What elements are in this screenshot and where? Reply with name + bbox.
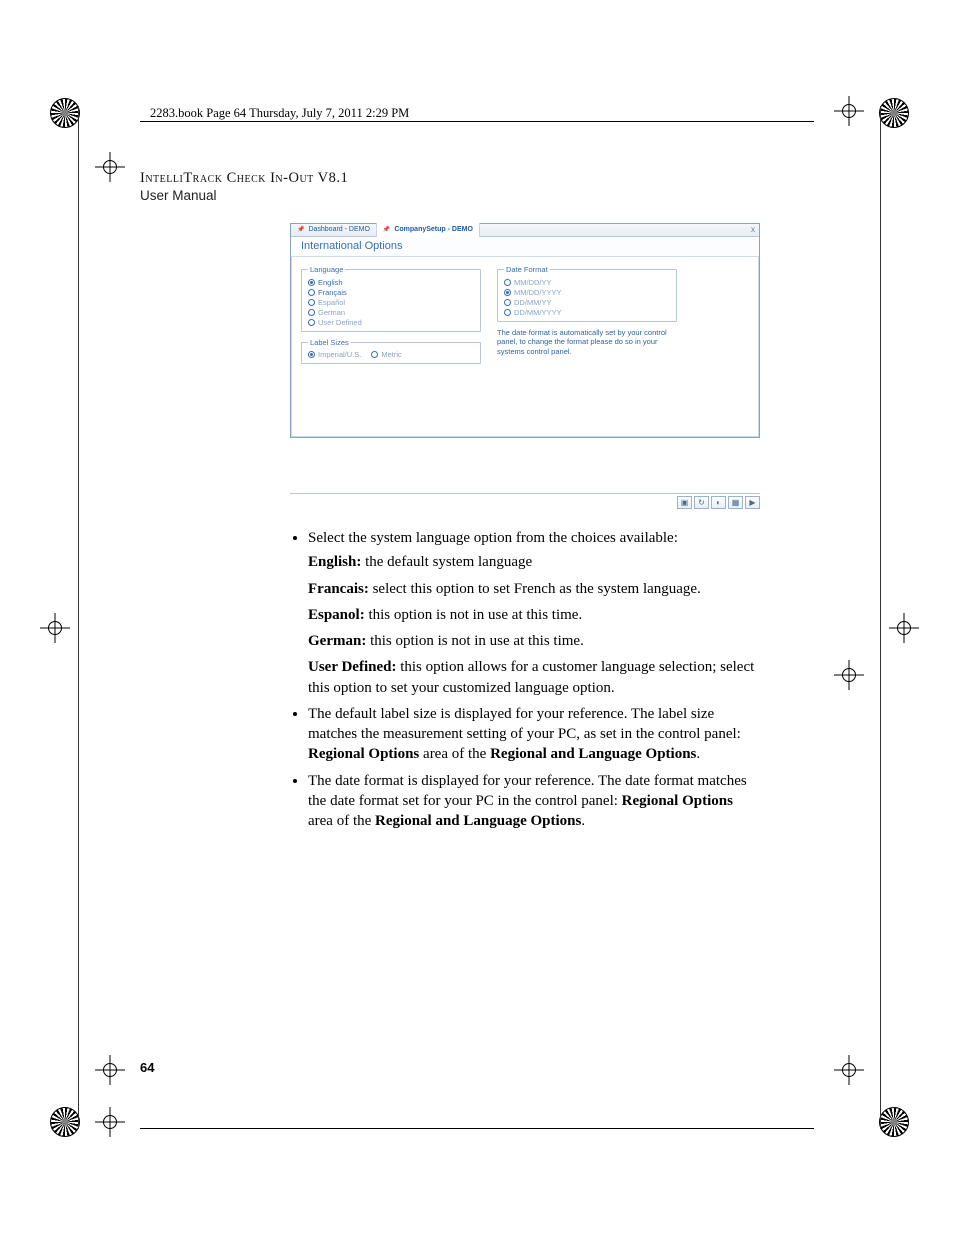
radio-icon	[308, 279, 315, 286]
date-format-legend: Date Format	[504, 265, 550, 274]
option-label: Français	[318, 288, 347, 297]
radio-icon	[504, 289, 511, 296]
lang-t: this option is not in use at this time.	[365, 607, 583, 623]
language-option-espanol[interactable]: Español	[308, 297, 474, 307]
date-format-mmddyy[interactable]: MM/DD/YY	[504, 277, 670, 287]
lang-b: User Defined:	[308, 659, 396, 675]
tab-company-setup[interactable]: 📌 CompanySetup - DEMO	[377, 223, 480, 237]
crosshair-icon	[95, 152, 125, 182]
b3b: Regional Options	[622, 793, 733, 809]
bottom-rule	[140, 1128, 814, 1129]
date-format-group: Date Format MM/DD/YY MM/DD/YYYY DD/MM/YY…	[497, 265, 677, 322]
radio-icon	[504, 279, 511, 286]
b2a: The default label size is displayed for …	[308, 706, 741, 742]
trim-line-left	[78, 106, 79, 1129]
crosshair-icon	[834, 1055, 864, 1085]
lang-b: German:	[308, 633, 366, 649]
lang-t: the default system language	[361, 554, 532, 570]
radio-icon	[308, 319, 315, 326]
lang-b: Francais:	[308, 581, 369, 597]
page-number: 64	[140, 1060, 154, 1075]
option-label: Metric	[381, 350, 401, 359]
close-icon[interactable]: x	[751, 225, 755, 234]
tab-bar: 📌 Dashboard - DEMO 📌 CompanySetup - DEMO…	[291, 224, 759, 237]
option-label: DD/MM/YY	[514, 298, 552, 307]
radio-icon	[504, 299, 511, 306]
date-format-ddmmyyyy[interactable]: DD/MM/YYYY	[504, 307, 670, 317]
tab-label: CompanySetup - DEMO	[394, 226, 473, 233]
play-icon[interactable]: ▶	[745, 496, 760, 509]
radio-icon	[504, 309, 511, 316]
option-label: German	[318, 308, 345, 317]
body-text: Select the system language option from t…	[140, 528, 760, 831]
label-sizes-legend: Label Sizes	[308, 338, 351, 347]
bullet-language: Select the system language option from t…	[308, 528, 760, 698]
option-label: MM/DD/YY	[514, 278, 552, 287]
b3e: .	[581, 813, 585, 829]
language-legend: Language	[308, 265, 345, 274]
label-size-metric[interactable]: Metric	[371, 350, 401, 359]
b2e: .	[696, 746, 700, 762]
lang-t: select this option to set French as the …	[369, 581, 701, 597]
bullet-intro: Select the system language option from t…	[308, 530, 678, 546]
bullet-date-format: The date format is displayed for your re…	[308, 771, 760, 832]
label-sizes-group: Label Sizes Imperial/U.S. Metric	[301, 338, 481, 364]
date-format-mmddyyyy[interactable]: MM/DD/YYYY	[504, 287, 670, 297]
printer-mark-top-right	[879, 98, 909, 128]
tab-dashboard[interactable]: 📌 Dashboard - DEMO	[291, 223, 377, 237]
option-label: Imperial/U.S.	[318, 350, 361, 359]
language-group: Language English Français Español German…	[301, 265, 481, 332]
screenshot-toolbar: ▣ ↻ ◐ ▦ ▶	[290, 493, 760, 509]
crosshair-icon	[834, 96, 864, 126]
date-format-ddmmyy[interactable]: DD/MM/YY	[504, 297, 670, 307]
crosshair-icon	[889, 613, 919, 643]
crosshair-icon	[40, 613, 70, 643]
radio-icon	[308, 309, 315, 316]
printer-mark-top-left	[50, 98, 80, 128]
printer-mark-bottom-right	[879, 1107, 909, 1137]
save-icon[interactable]: ▣	[677, 496, 692, 509]
radio-icon	[308, 351, 315, 358]
lang-b: English:	[308, 554, 361, 570]
language-option-english[interactable]: English	[308, 277, 474, 287]
option-label: User Defined	[318, 318, 362, 327]
top-rule: 2283.book Page 64 Thursday, July 7, 2011…	[140, 104, 814, 122]
refresh-icon[interactable]: ↻	[694, 496, 709, 509]
lang-b: Espanol:	[308, 607, 365, 623]
label-size-imperial[interactable]: Imperial/U.S.	[308, 350, 361, 359]
window-title: International Options	[291, 237, 759, 257]
radio-icon	[308, 289, 315, 296]
b2b: Regional Options	[308, 746, 419, 762]
header-subtitle: User Manual	[140, 188, 760, 203]
option-label: DD/MM/YYYY	[514, 308, 562, 317]
grid-icon[interactable]: ▦	[728, 496, 743, 509]
b3d: Regional and Language Options	[375, 813, 581, 829]
trim-line-right	[880, 106, 881, 1129]
option-label: MM/DD/YYYY	[514, 288, 562, 297]
option-label: English	[318, 278, 343, 287]
globe-icon[interactable]: ◐	[711, 496, 726, 509]
radio-icon	[308, 299, 315, 306]
radio-icon	[371, 351, 378, 358]
crosshair-icon	[95, 1055, 125, 1085]
b3c: area of the	[308, 813, 375, 829]
pin-icon: 📌	[297, 227, 304, 233]
printer-mark-bottom-left	[50, 1107, 80, 1137]
b2c: area of the	[419, 746, 490, 762]
header-title: IntelliTrack Check In-Out V8.1	[140, 170, 760, 187]
language-option-user-defined[interactable]: User Defined	[308, 317, 474, 327]
bullet-label-size: The default label size is displayed for …	[308, 704, 760, 765]
pin-icon: 📌	[383, 227, 390, 233]
international-options-screenshot: 📌 Dashboard - DEMO 📌 CompanySetup - DEMO…	[290, 223, 760, 438]
language-option-francais[interactable]: Français	[308, 287, 474, 297]
option-label: Español	[318, 298, 345, 307]
date-format-note: The date format is automatically set by …	[497, 328, 672, 356]
lang-t: this option is not in use at this time.	[366, 633, 584, 649]
crosshair-icon	[95, 1107, 125, 1137]
crosshair-icon	[834, 660, 864, 690]
language-option-german[interactable]: German	[308, 307, 474, 317]
top-rule-text: 2283.book Page 64 Thursday, July 7, 2011…	[140, 104, 814, 121]
tab-label: Dashboard - DEMO	[308, 226, 369, 233]
b2d: Regional and Language Options	[490, 746, 696, 762]
